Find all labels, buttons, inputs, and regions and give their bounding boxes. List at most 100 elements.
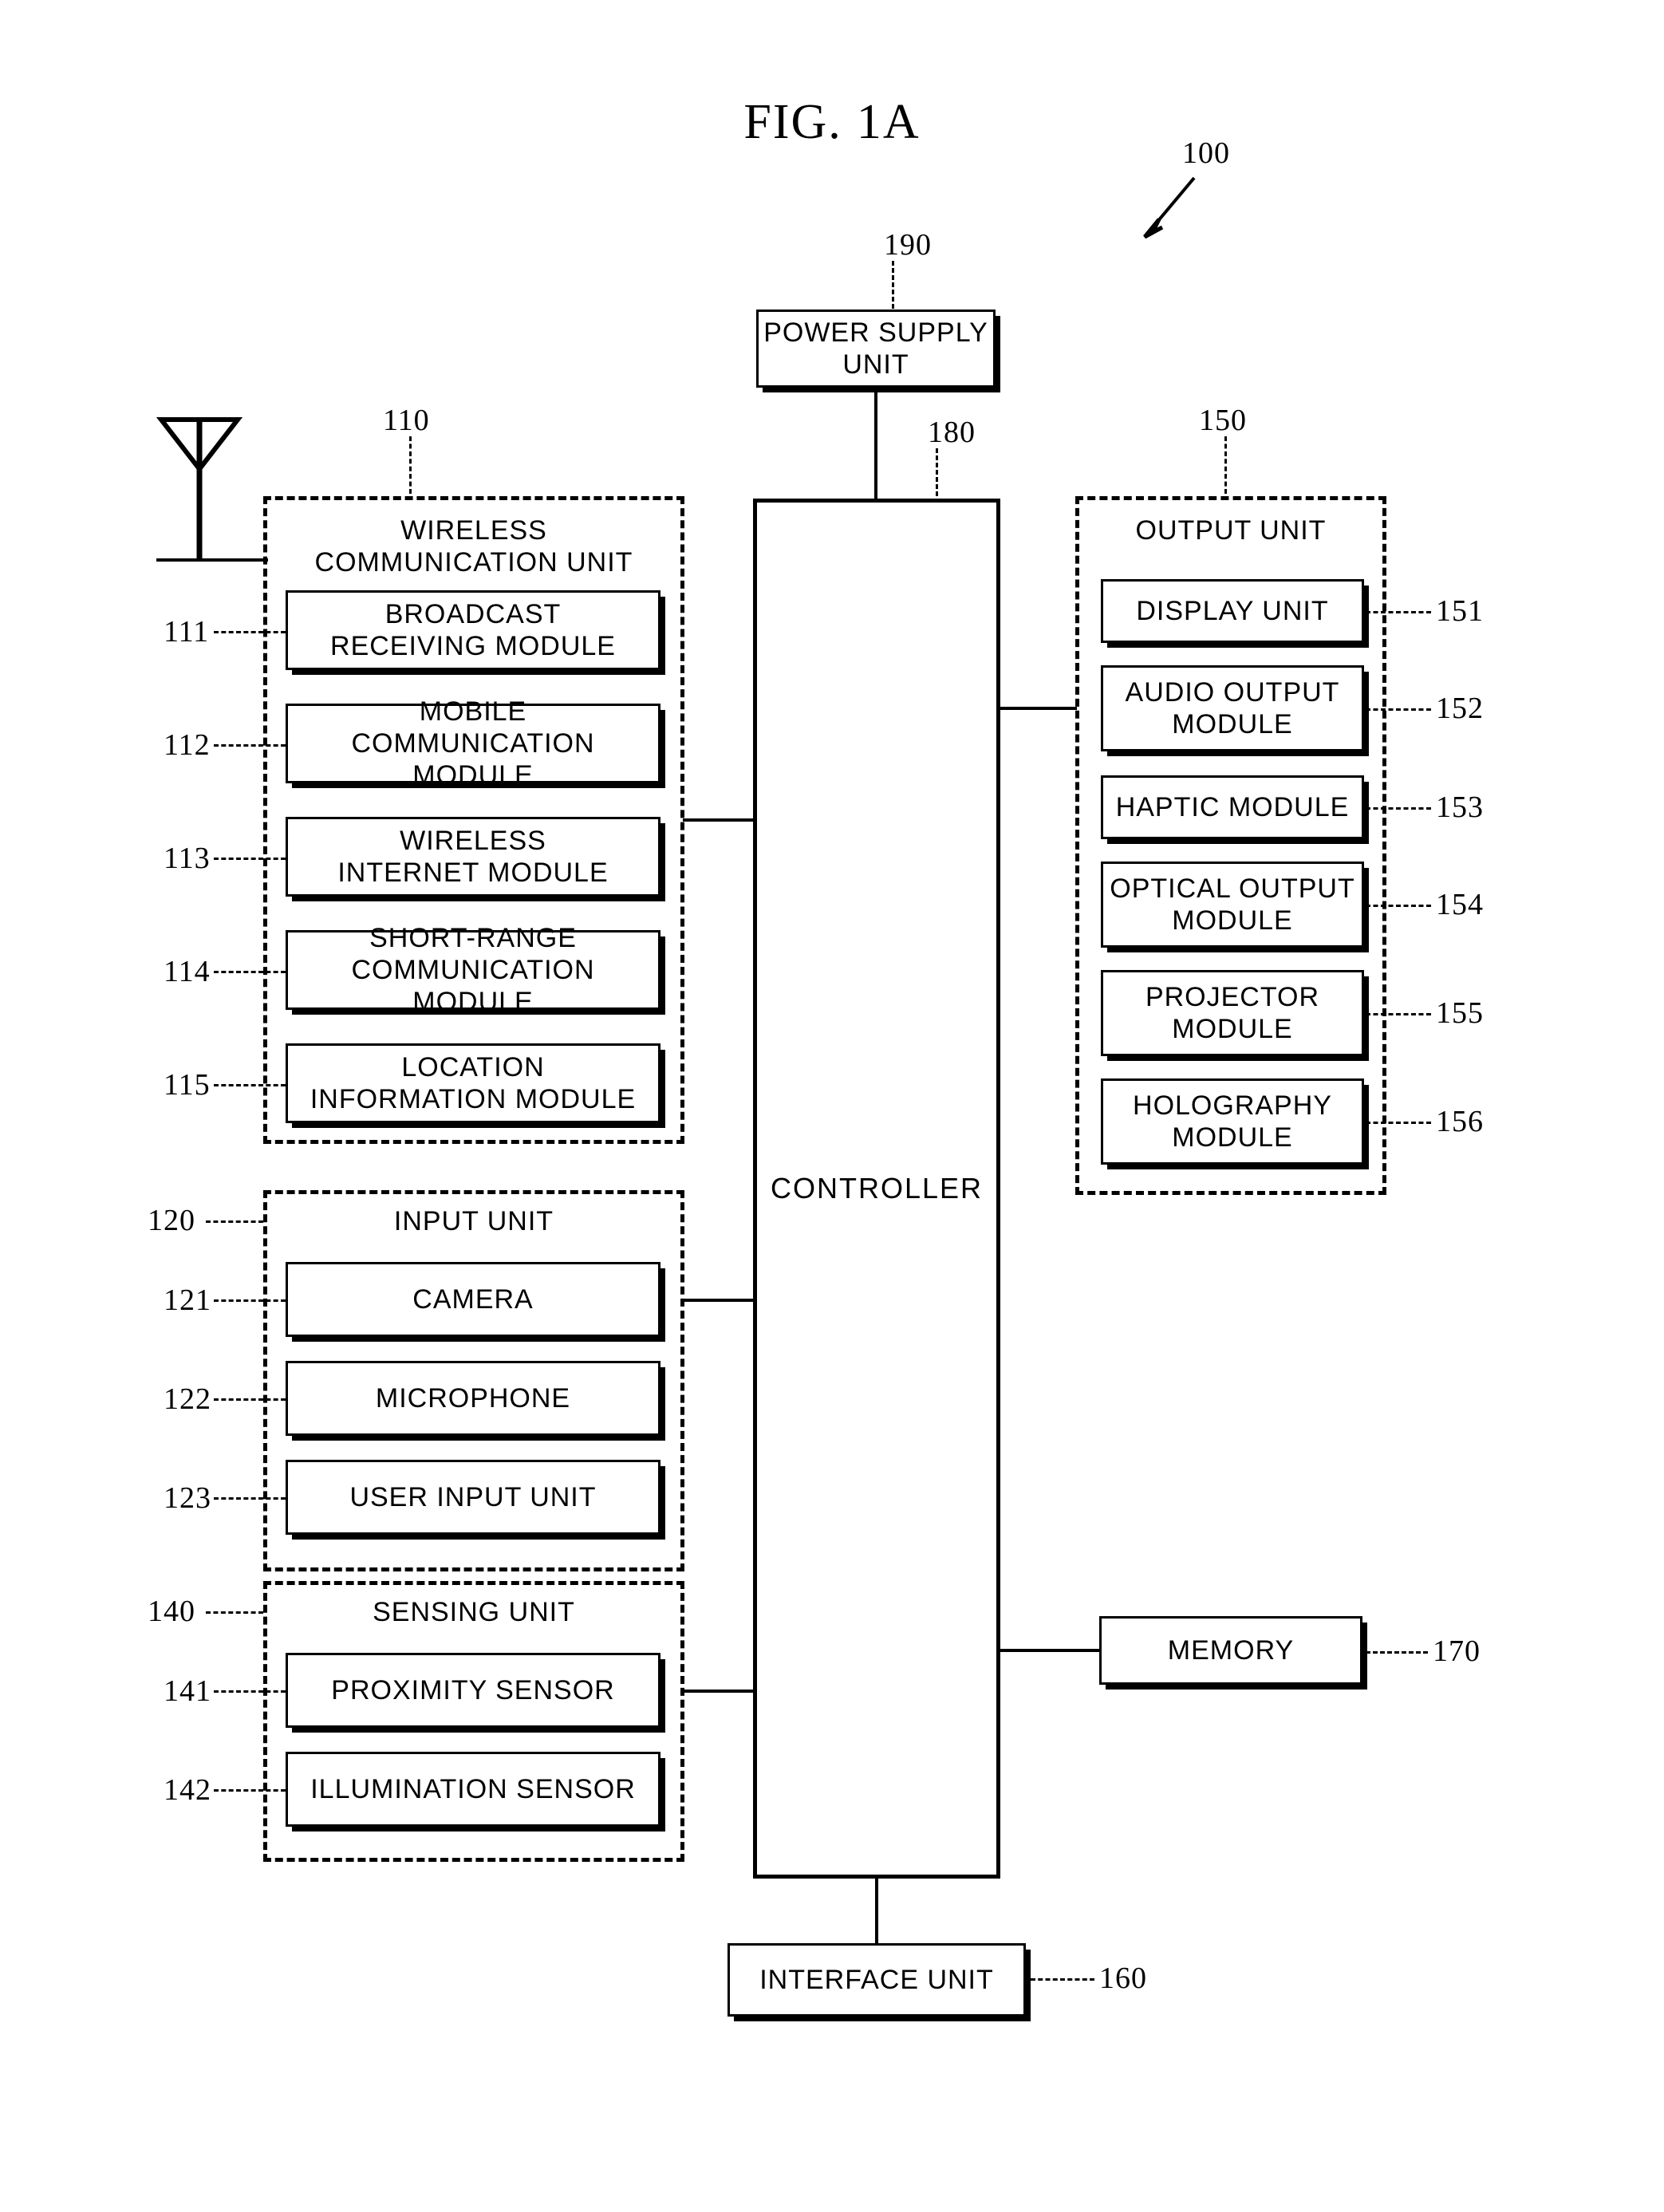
figure-canvas: FIG. 1A 100 190 POWER SUPPLY UNIT 180 CON… — [0, 0, 1664, 2212]
leader-120 — [206, 1220, 263, 1223]
leader-110 — [409, 436, 412, 494]
ref-haptic-module-153: 153 — [1436, 791, 1484, 824]
ref-projector-module-155: 155 — [1436, 996, 1484, 1030]
ref-memory-170: 170 — [1433, 1634, 1481, 1668]
connector-controller-to-interface — [875, 1879, 878, 1944]
connector-controller-to-output — [999, 707, 1077, 710]
connector-input-to-controller — [683, 1299, 755, 1302]
location-information-module-label: LOCATION INFORMATION MODULE — [310, 1052, 637, 1114]
leader-190 — [892, 261, 894, 309]
output-unit-title: OUTPUT UNIT — [1135, 515, 1327, 546]
audio-output-module-label: AUDIO OUTPUT MODULE — [1125, 677, 1340, 739]
user-input-unit-label: USER INPUT UNIT — [349, 1482, 597, 1512]
input-unit-title: INPUT UNIT — [393, 1206, 554, 1236]
optical-output-module-box[interactable]: OPTICAL OUTPUT MODULE — [1101, 862, 1364, 948]
leader-141 — [214, 1690, 286, 1693]
leader-142 — [214, 1789, 286, 1792]
wireless-internet-module-box[interactable]: WIRELESS INTERNET MODULE — [286, 817, 660, 897]
connector-power-to-controller — [874, 388, 877, 499]
memory-box[interactable]: MEMORY — [1099, 1616, 1362, 1685]
leader-150 — [1224, 436, 1227, 494]
projector-module-box[interactable]: PROJECTOR MODULE — [1101, 970, 1364, 1056]
mobile-communication-module-label: MOBILE COMMUNICATION MODULE — [351, 696, 595, 791]
microphone-label: MICROPHONE — [375, 1383, 571, 1414]
proximity-sensor-label: PROXIMITY SENSOR — [331, 1675, 615, 1705]
ref-user-input-unit-123: 123 — [164, 1481, 211, 1515]
ref-power-supply-190: 190 — [884, 228, 932, 262]
ref-input-unit-120: 120 — [148, 1204, 195, 1237]
leader-152 — [1366, 708, 1431, 711]
interface-unit-box[interactable]: INTERFACE UNIT — [728, 1943, 1026, 2017]
mobile-communication-module-box[interactable]: MOBILE COMMUNICATION MODULE — [286, 696, 660, 791]
audio-output-module-box[interactable]: AUDIO OUTPUT MODULE — [1101, 665, 1364, 751]
connector-wireless-to-controller — [683, 818, 755, 822]
ref-location-information-115: 115 — [164, 1068, 211, 1102]
ref-broadcast-receiving-111: 111 — [164, 615, 210, 649]
ref-wireless-internet-113: 113 — [164, 842, 211, 875]
ref-output-unit-150: 150 — [1199, 404, 1247, 437]
camera-box[interactable]: CAMERA — [286, 1262, 660, 1337]
leader-155 — [1366, 1013, 1431, 1015]
leader-160 — [1031, 1978, 1094, 1981]
page-title: FIG. 1A — [0, 94, 1664, 151]
illumination-sensor-label: ILLUMINATION SENSOR — [310, 1774, 636, 1804]
ref-illumination-sensor-142: 142 — [164, 1773, 211, 1807]
leader-121 — [214, 1299, 286, 1302]
display-unit-label: DISPLAY UNIT — [1136, 596, 1329, 626]
haptic-module-box[interactable]: HAPTIC MODULE — [1101, 775, 1364, 839]
ref-optical-output-154: 154 — [1436, 888, 1484, 921]
leader-122 — [214, 1398, 286, 1401]
leader-114 — [214, 971, 286, 973]
short-range-communication-module-box[interactable]: SHORT-RANGE COMMUNICATION MODULE — [286, 923, 660, 1017]
projector-module-label: PROJECTOR MODULE — [1145, 982, 1320, 1044]
holography-module-box[interactable]: HOLOGRAPHY MODULE — [1101, 1078, 1364, 1165]
leader-115 — [214, 1084, 286, 1086]
interface-unit-label: INTERFACE UNIT — [759, 1965, 994, 1995]
optical-output-module-label: OPTICAL OUTPUT MODULE — [1110, 873, 1355, 936]
leader-151 — [1366, 611, 1431, 613]
leader-153 — [1366, 807, 1431, 810]
ref-interface-unit-160: 160 — [1099, 1962, 1147, 1995]
wireless-communication-unit-title: WIRELESS COMMUNICATION UNIT — [314, 515, 633, 578]
leader-111 — [214, 631, 286, 633]
location-information-module-box[interactable]: LOCATION INFORMATION MODULE — [286, 1043, 660, 1123]
figure-title-number: 1A — [856, 95, 921, 149]
leader-180 — [936, 448, 938, 496]
holography-module-label: HOLOGRAPHY MODULE — [1133, 1090, 1332, 1153]
leader-154 — [1366, 905, 1431, 907]
controller-box[interactable]: CONTROLLER — [753, 499, 1000, 1879]
microphone-box[interactable]: MICROPHONE — [286, 1361, 660, 1436]
controller-label: CONTROLLER — [770, 1172, 984, 1205]
leader-140 — [206, 1611, 263, 1614]
ref-short-range-114: 114 — [164, 955, 211, 988]
broadcast-receiving-module-label: BROADCAST RECEIVING MODULE — [330, 599, 616, 661]
ref-wireless-unit-110: 110 — [383, 404, 430, 437]
ref-sensing-unit-140: 140 — [148, 1595, 195, 1628]
power-supply-unit-box[interactable]: POWER SUPPLY UNIT — [756, 310, 996, 388]
wireless-internet-module-label: WIRELESS INTERNET MODULE — [337, 826, 609, 888]
power-supply-unit-label: POWER SUPPLY UNIT — [763, 317, 988, 380]
ref-camera-121: 121 — [164, 1283, 211, 1317]
connector-antenna-to-wireless — [156, 558, 268, 562]
ref-controller-180: 180 — [928, 416, 976, 449]
haptic-module-label: HAPTIC MODULE — [1115, 792, 1350, 822]
antenna-icon — [156, 417, 243, 562]
proximity-sensor-box[interactable]: PROXIMITY SENSOR — [286, 1653, 660, 1728]
ref-device-100: 100 — [1182, 136, 1230, 170]
illumination-sensor-box[interactable]: ILLUMINATION SENSOR — [286, 1752, 660, 1827]
broadcast-receiving-module-box[interactable]: BROADCAST RECEIVING MODULE — [286, 590, 660, 670]
arrow-icon — [1143, 176, 1196, 239]
ref-holography-module-156: 156 — [1436, 1105, 1484, 1138]
leader-156 — [1366, 1122, 1431, 1124]
connector-sensing-to-controller — [683, 1690, 755, 1693]
user-input-unit-box[interactable]: USER INPUT UNIT — [286, 1460, 660, 1535]
display-unit-box[interactable]: DISPLAY UNIT — [1101, 579, 1364, 643]
leader-113 — [214, 858, 286, 860]
short-range-communication-module-label: SHORT-RANGE COMMUNICATION MODULE — [351, 923, 595, 1017]
ref-microphone-122: 122 — [164, 1382, 211, 1416]
ref-mobile-communication-112: 112 — [164, 728, 211, 762]
leader-170 — [1366, 1651, 1428, 1654]
ref-display-unit-151: 151 — [1436, 594, 1484, 628]
leader-123 — [214, 1497, 286, 1500]
ref-audio-output-152: 152 — [1436, 692, 1484, 725]
